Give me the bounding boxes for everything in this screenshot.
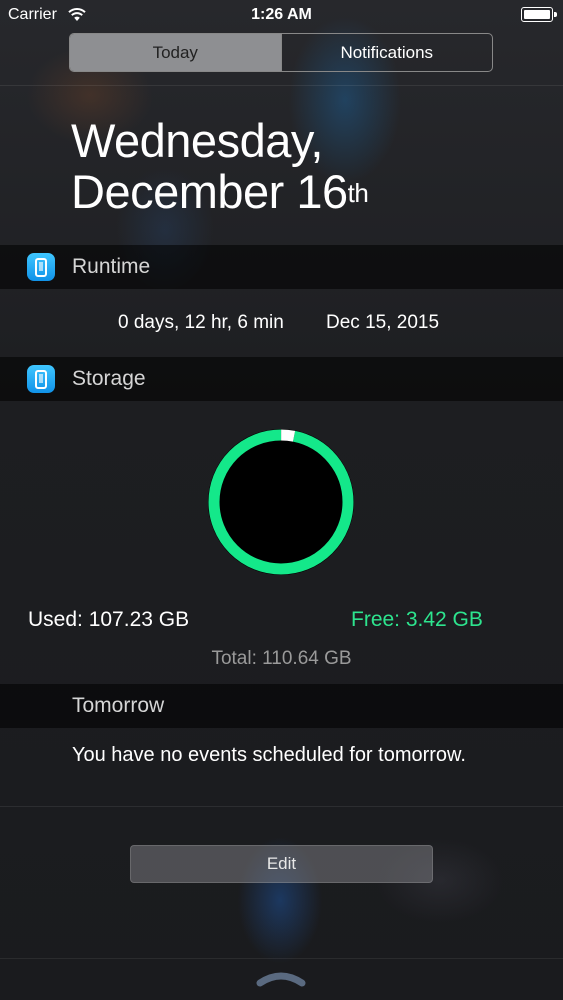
storage-title: Storage (72, 367, 146, 390)
bottom-bar (0, 958, 563, 1000)
battery-icon (521, 7, 557, 22)
tomorrow-widget-header[interactable]: Tomorrow (0, 684, 563, 728)
phone-app-icon (27, 253, 55, 281)
clock: 1:26 AM (251, 6, 312, 23)
divider (0, 85, 563, 86)
storage-ring-chart (208, 429, 354, 575)
tab-notifications[interactable]: Notifications (280, 34, 493, 71)
runtime-duration: 0 days, 12 hr, 6 min (118, 312, 284, 333)
storage-widget-header[interactable]: Storage (0, 357, 563, 401)
status-bar: Carrier 1:26 AM (0, 0, 563, 30)
grabber-handle-icon[interactable] (256, 971, 306, 987)
edit-button[interactable]: Edit (130, 845, 433, 883)
today-view: Carrier 1:26 AM Today Notifications Wedn… (0, 0, 563, 1000)
date-month-day-text: December 16 (71, 165, 348, 218)
date-weekday: Wednesday, (71, 114, 323, 167)
date-suffix: th (347, 178, 369, 208)
date-heading: Wednesday, December 16th (71, 114, 369, 218)
runtime-widget-header[interactable]: Runtime (0, 245, 563, 289)
segmented-control: Today Notifications (69, 33, 493, 72)
storage-total-label: Total: 110.64 GB (211, 648, 352, 669)
phone-app-icon (27, 365, 55, 393)
storage-free-label: Free: 3.42 GB (351, 608, 483, 631)
runtime-date: Dec 15, 2015 (326, 312, 440, 333)
runtime-title: Runtime (72, 255, 151, 278)
tomorrow-message: You have no events scheduled for tomorro… (72, 744, 466, 766)
tab-today[interactable]: Today (70, 34, 281, 71)
date-month-day: December 16th (71, 165, 369, 218)
tomorrow-title: Tomorrow (72, 694, 165, 717)
storage-used-label: Used: 107.23 GB (28, 608, 190, 631)
divider (0, 806, 563, 807)
